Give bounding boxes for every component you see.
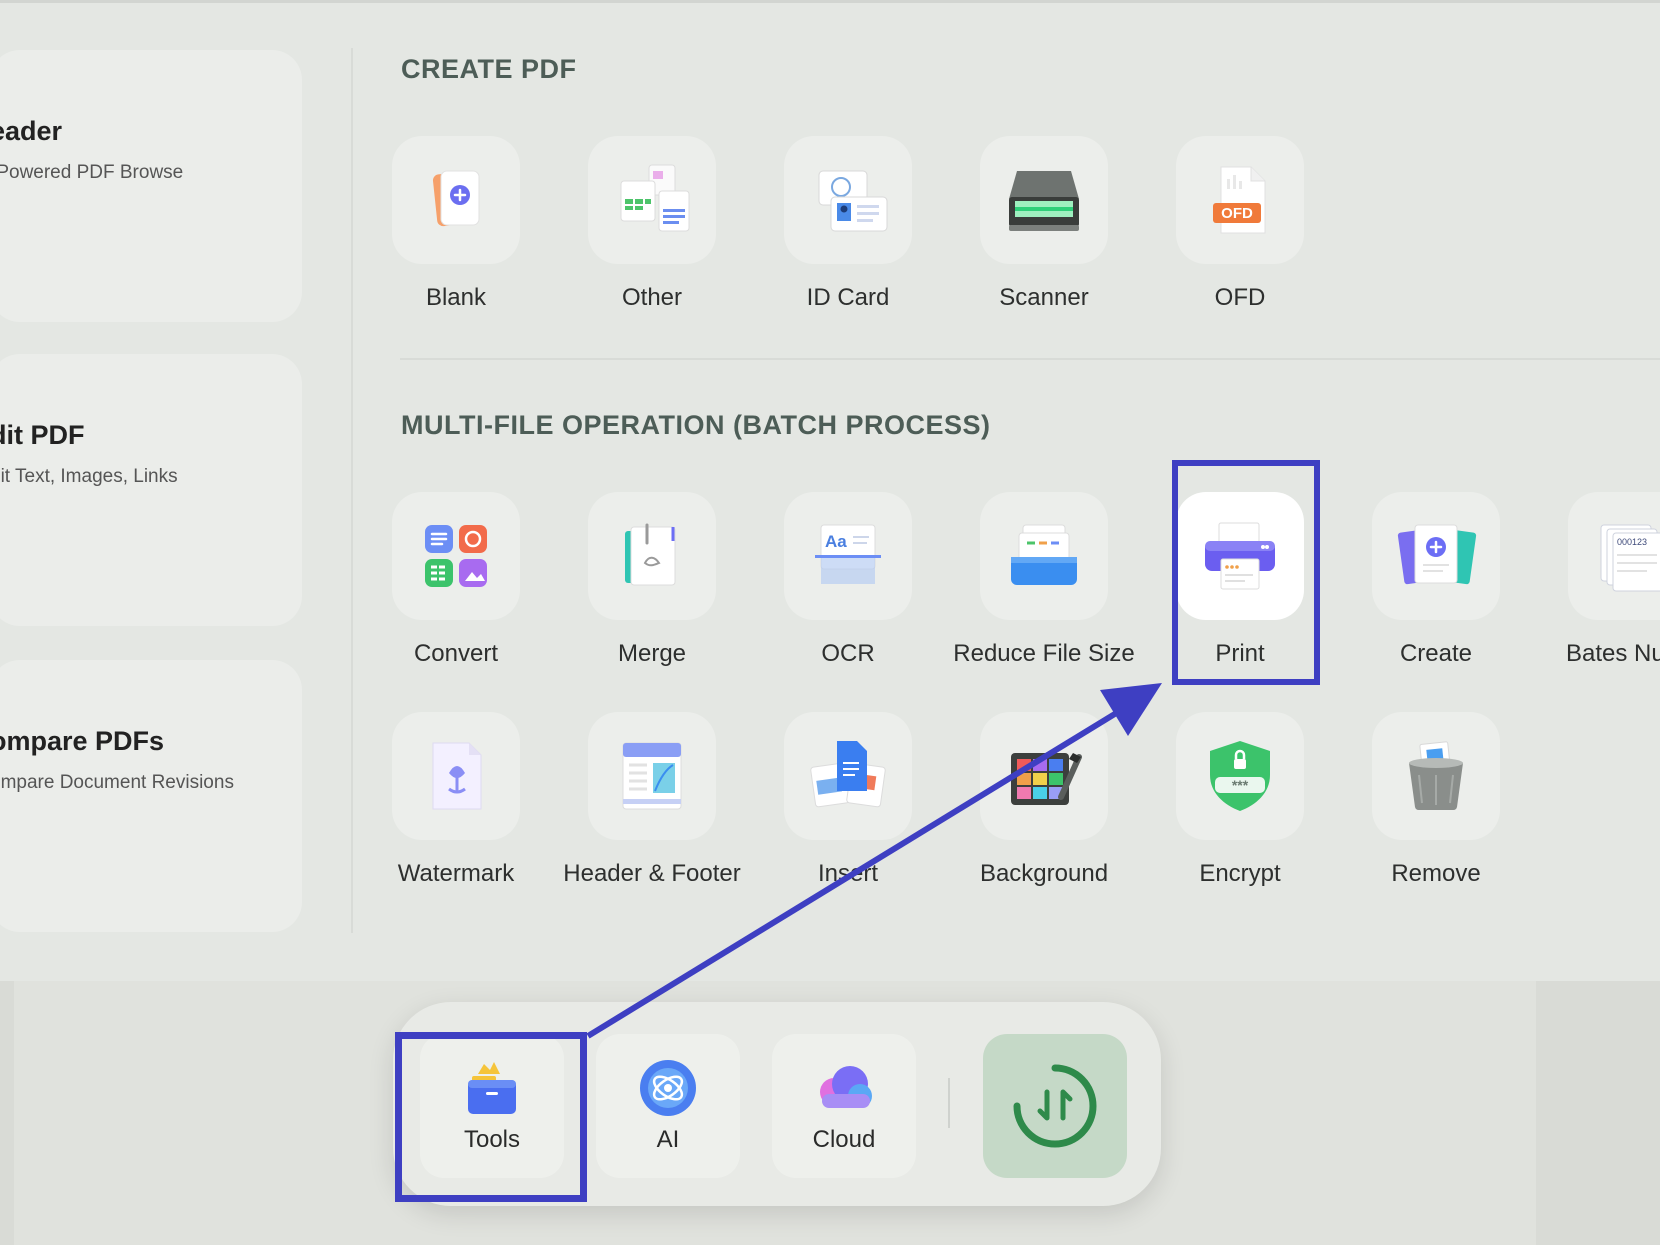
encrypt-glyph: *** <box>1232 777 1249 793</box>
tool-merge[interactable]: Merge <box>553 492 749 692</box>
dock-item-cloud[interactable]: Cloud <box>772 1034 916 1178</box>
tool-label: Remove <box>1391 860 1481 887</box>
feature-card-title: ompare PDFs <box>0 726 165 756</box>
insert-icon <box>810 741 886 808</box>
tool-remove[interactable]: Remove <box>1337 712 1533 912</box>
tool-tile[interactable] <box>980 492 1108 620</box>
tool-tile[interactable] <box>588 136 716 264</box>
background-icon <box>1011 753 1082 805</box>
tool-convert[interactable]: Convert <box>357 492 553 692</box>
feature-card-reader[interactable]: eader -Powered PDF Browse <box>0 50 302 322</box>
tool-reduce-file-size[interactable]: Reduce File Size <box>945 492 1141 692</box>
tool-tile[interactable]: *** <box>1176 712 1304 840</box>
tool-tile[interactable] <box>392 492 520 620</box>
tool-tile[interactable]: Aa <box>784 492 912 620</box>
blank-page-icon <box>432 170 480 227</box>
feature-card-title: dit PDF <box>0 420 85 450</box>
tool-insert[interactable]: Insert <box>749 712 945 912</box>
tool-bates-number[interactable]: 000123 Bates Numb <box>1533 492 1660 692</box>
dock-label: Cloud <box>812 1126 876 1153</box>
section-title-multi-file: MULTI-FILE OPERATION (BATCH PROCESS) <box>401 410 991 440</box>
ocr-icon: Aa <box>815 524 881 584</box>
tool-background[interactable]: Background <box>945 712 1141 912</box>
tools-highlight-box <box>395 1032 587 1202</box>
tool-other[interactable]: Other <box>553 136 749 336</box>
tool-blank[interactable]: Blank <box>357 136 553 336</box>
tool-scanner[interactable]: Scanner <box>945 136 1141 336</box>
print-highlight-box <box>1172 460 1320 685</box>
tool-label: OFD <box>1214 284 1266 311</box>
sync-transfer-icon <box>1013 1064 1097 1148</box>
merge-icon <box>625 523 676 586</box>
tool-tile[interactable] <box>588 712 716 840</box>
feature-card-subtitle: dit Text, Images, Links <box>0 466 178 487</box>
feature-card-subtitle: -Powered PDF Browse <box>0 162 184 183</box>
feature-card-edit-pdf[interactable]: dit PDF dit Text, Images, Links <box>0 354 302 626</box>
tool-tile[interactable] <box>1372 712 1500 840</box>
tool-tile[interactable] <box>1372 492 1500 620</box>
tool-tile[interactable] <box>392 136 520 264</box>
convert-icon <box>425 525 487 587</box>
encrypt-icon: *** <box>1210 741 1270 811</box>
header-footer-icon <box>622 742 682 810</box>
create-icon <box>1397 524 1477 585</box>
ocr-glyph: Aa <box>825 532 847 551</box>
bates-number-icon: 000123 <box>1600 524 1660 592</box>
feature-card-compare-pdfs[interactable]: ompare PDFs ompare Document Revisions <box>0 660 302 932</box>
reduce-file-size-icon <box>1011 524 1077 585</box>
dock-sync-button[interactable] <box>983 1034 1127 1178</box>
ai-icon <box>640 1060 696 1116</box>
cloud-icon <box>820 1066 872 1108</box>
watermark-icon <box>432 742 482 810</box>
tool-tile[interactable] <box>980 712 1108 840</box>
tool-create[interactable]: Create <box>1337 492 1533 692</box>
tool-tile[interactable] <box>784 712 912 840</box>
tool-encrypt[interactable]: *** Encrypt <box>1141 712 1337 912</box>
dock-item-ai[interactable]: AI <box>596 1034 740 1178</box>
tool-tile[interactable] <box>392 712 520 840</box>
tool-tile[interactable]: 000123 <box>1568 492 1660 620</box>
vertical-divider <box>351 48 353 933</box>
tool-tile[interactable] <box>784 136 912 264</box>
tool-watermark[interactable]: Watermark <box>357 712 553 912</box>
tool-ocr[interactable]: Aa OCR <box>749 492 945 692</box>
ofd-file-icon: OFD <box>1213 166 1266 234</box>
id-card-icon <box>818 170 888 232</box>
tool-id-card[interactable]: ID Card <box>749 136 945 336</box>
feature-card-title: eader <box>0 116 63 146</box>
feature-card-subtitle: ompare Document Revisions <box>0 772 234 793</box>
tool-tile[interactable]: OFD <box>1176 136 1304 264</box>
bates-glyph: 000123 <box>1617 537 1647 547</box>
tool-ofd[interactable]: OFD OFD <box>1141 136 1337 336</box>
section-divider <box>400 358 1660 360</box>
tool-label: Bates Numb <box>1565 640 1660 667</box>
tool-tile[interactable] <box>980 136 1108 264</box>
scanner-icon <box>1009 171 1079 231</box>
tool-tile[interactable] <box>588 492 716 620</box>
remove-trash-icon <box>1409 741 1463 811</box>
section-title-create-pdf: CREATE PDF <box>401 54 577 84</box>
dock-label: AI <box>656 1126 680 1153</box>
ofd-badge-text: OFD <box>1221 205 1253 222</box>
tool-header-footer[interactable]: Header & Footer <box>553 712 749 912</box>
dock-separator <box>948 1078 950 1128</box>
other-files-icon <box>620 164 690 232</box>
